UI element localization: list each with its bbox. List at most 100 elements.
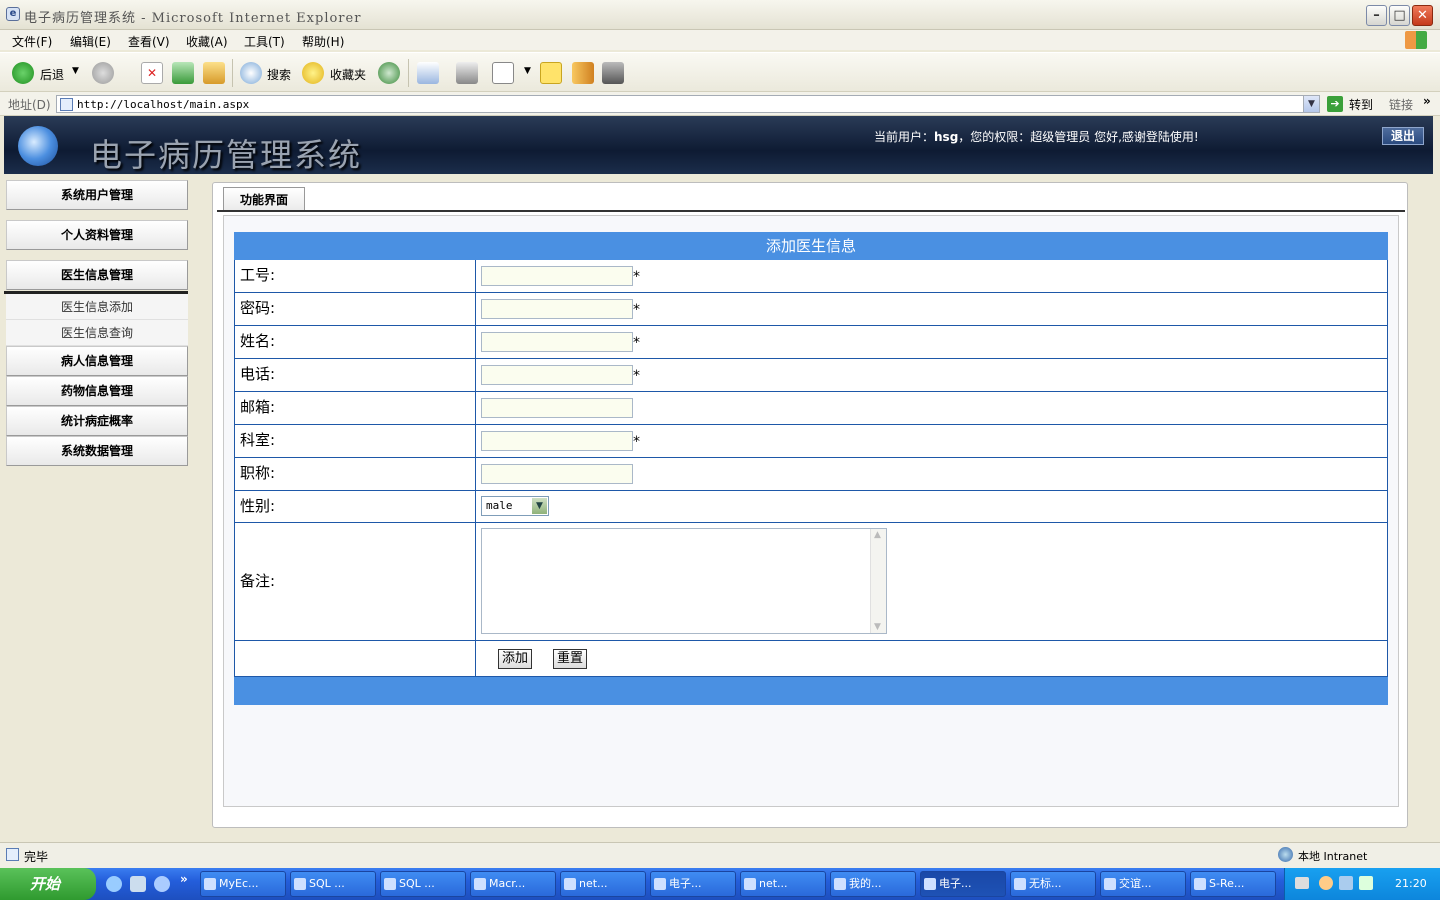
mail-icon[interactable] <box>417 62 439 84</box>
field-cell-phone: * <box>476 359 1388 391</box>
edit-word-icon[interactable] <box>492 62 514 84</box>
start-button[interactable]: 开始 <box>0 868 96 900</box>
taskbar-item[interactable]: Macr... <box>470 871 556 897</box>
taskbar-item[interactable]: 无标... <box>1010 871 1096 897</box>
logout-button[interactable]: 退出 <box>1382 127 1424 145</box>
scroll-up-icon[interactable]: ▲ <box>874 530 881 540</box>
history-icon[interactable] <box>378 62 400 84</box>
taskbar-item[interactable]: 电子... <box>650 871 736 897</box>
taskbar-item[interactable]: net... <box>740 871 826 897</box>
nav-sub-doctor-add[interactable]: 医生信息添加 <box>6 294 188 320</box>
go-arrow-icon[interactable]: ➔ <box>1327 96 1343 112</box>
title-input[interactable] <box>481 464 633 484</box>
gender-value: male <box>486 499 513 512</box>
textarea-scrollbar[interactable]: ▲ ▼ <box>870 529 886 633</box>
network-icon[interactable] <box>1339 876 1353 890</box>
nav-disease-stats[interactable]: 统计病症概率 <box>6 406 188 436</box>
window-title: 电子病历管理系统 - Microsoft Internet Explorer <box>24 11 362 26</box>
search-icon[interactable] <box>240 62 262 84</box>
field-label-password: 密码: <box>234 293 476 325</box>
edit-dropdown-icon[interactable]: ▼ <box>524 66 531 76</box>
taskbar-item[interactable]: SQL ... <box>380 871 466 897</box>
messenger-icon[interactable] <box>602 62 624 84</box>
menu-edit[interactable]: 编辑(E) <box>70 33 111 50</box>
desktop-quicklaunch-icon[interactable] <box>130 876 146 892</box>
forward-arrow-icon[interactable] <box>92 62 114 84</box>
address-dropdown-icon[interactable]: ▼ <box>1303 96 1319 112</box>
taskbar-item[interactable]: S-Re... <box>1190 871 1276 897</box>
menu-help[interactable]: 帮助(H) <box>302 33 344 50</box>
close-button[interactable]: ✕ <box>1412 5 1433 26</box>
chevron-down-icon[interactable]: ▼ <box>532 498 547 514</box>
minimize-button[interactable]: – <box>1366 5 1387 26</box>
gender-select[interactable]: male ▼ <box>481 496 549 516</box>
links-button[interactable]: 链接 <box>1389 96 1413 113</box>
email-input[interactable] <box>481 398 633 418</box>
remarks-textarea[interactable]: ▲ ▼ <box>481 528 887 634</box>
menu-file[interactable]: 文件(F) <box>12 33 52 50</box>
back-label[interactable]: 后退 <box>40 66 64 83</box>
taskbar-item[interactable]: MyEc... <box>200 871 286 897</box>
user-prefix: 当前用户： <box>874 130 935 144</box>
app-title: 电子病历管理系统 <box>90 136 363 174</box>
app-logo-icon <box>18 126 58 166</box>
actions-cell: 添加 重置 <box>476 641 1388 676</box>
add-button[interactable]: 添加 <box>498 649 533 669</box>
back-arrow-icon[interactable] <box>12 62 34 84</box>
nav-system-data[interactable]: 系统数据管理 <box>6 436 188 466</box>
menu-view[interactable]: 查看(V) <box>128 33 170 50</box>
research-icon[interactable] <box>572 62 594 84</box>
id-input[interactable] <box>481 266 633 286</box>
stop-icon[interactable]: ✕ <box>141 62 163 84</box>
menu-favorites[interactable]: 收藏(A) <box>186 33 228 50</box>
discuss-icon[interactable] <box>540 62 562 84</box>
required-mark: * <box>633 302 640 318</box>
reset-button[interactable]: 重置 <box>553 649 588 669</box>
taskbar-item[interactable]: SQL ... <box>290 871 376 897</box>
nav-patient-info[interactable]: 病人信息管理 <box>6 346 188 376</box>
clock: 21:20 <box>1395 877 1427 890</box>
search-label[interactable]: 搜索 <box>267 66 291 83</box>
keyboard-icon[interactable] <box>1295 877 1309 889</box>
task-app-icon <box>1014 878 1026 890</box>
go-button[interactable]: 转到 <box>1349 96 1373 113</box>
task-app-icon <box>834 878 846 890</box>
scroll-down-icon[interactable]: ▼ <box>874 622 881 632</box>
field-label-department: 科室: <box>234 425 476 457</box>
taskbar-item[interactable]: 交谊... <box>1100 871 1186 897</box>
department-input[interactable] <box>481 431 633 451</box>
taskbar-item[interactable]: net... <box>560 871 646 897</box>
nav-sub-doctor-query[interactable]: 医生信息查询 <box>6 320 188 346</box>
ie-quicklaunch-icon[interactable] <box>106 876 122 892</box>
security-icon[interactable] <box>1359 876 1373 890</box>
chevron-right-icon[interactable]: » <box>1423 94 1431 108</box>
nav-system-users[interactable]: 系统用户管理 <box>6 180 188 210</box>
nav-medicine-info[interactable]: 药物信息管理 <box>6 376 188 406</box>
home-icon[interactable] <box>203 62 225 84</box>
print-icon[interactable] <box>456 62 478 84</box>
page-icon <box>60 98 73 111</box>
back-dropdown-icon[interactable]: ▼ <box>72 66 79 76</box>
tab-function[interactable]: 功能界面 <box>223 187 305 211</box>
favorites-star-icon[interactable] <box>302 62 324 84</box>
refresh-icon[interactable] <box>172 62 194 84</box>
name-input[interactable] <box>481 332 633 352</box>
toolbar-separator <box>408 59 409 87</box>
nav-personal-profile[interactable]: 个人资料管理 <box>6 220 188 250</box>
windows-logo-icon <box>1405 31 1427 49</box>
form-row-title: 职称: <box>234 458 1388 491</box>
address-url[interactable]: http://localhost/main.aspx <box>77 98 249 111</box>
media-quicklaunch-icon[interactable] <box>154 876 170 892</box>
maximize-button[interactable]: □ <box>1389 5 1410 26</box>
status-zone: 本地 Intranet <box>1298 850 1368 863</box>
taskbar-item[interactable]: 我的... <box>830 871 916 897</box>
address-input[interactable]: http://localhost/main.aspx ▼ <box>56 95 1320 113</box>
password-input[interactable] <box>481 299 633 319</box>
quicklaunch-more-icon[interactable]: » <box>180 872 188 886</box>
tray-arrow-icon[interactable] <box>1319 876 1333 890</box>
phone-input[interactable] <box>481 365 633 385</box>
nav-doctor-info[interactable]: 医生信息管理 <box>6 260 188 290</box>
menu-tools[interactable]: 工具(T) <box>244 33 285 50</box>
favorites-label[interactable]: 收藏夹 <box>330 66 366 83</box>
taskbar-item-active[interactable]: 电子... <box>920 871 1006 897</box>
